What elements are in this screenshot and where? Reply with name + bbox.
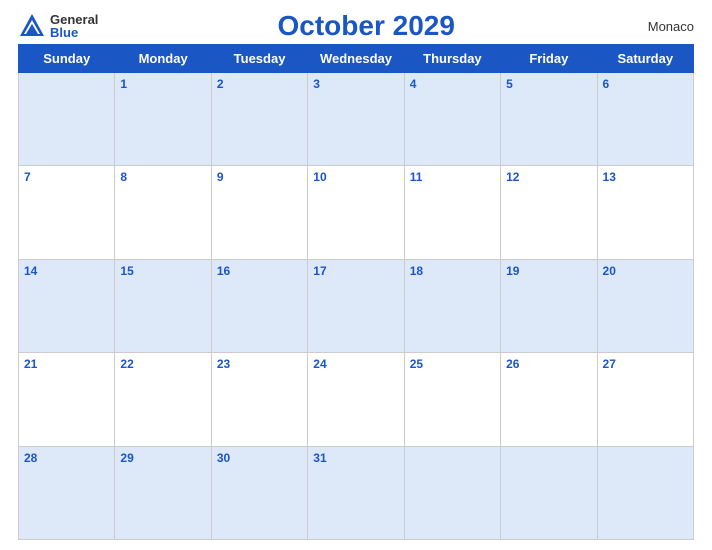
day-number: 12 — [506, 170, 519, 184]
logo-area: General Blue — [18, 12, 98, 40]
calendar-cell: 25 — [404, 353, 500, 446]
calendar-cell — [501, 446, 597, 539]
calendar-cell: 1 — [115, 73, 211, 166]
day-number: 28 — [24, 451, 37, 465]
calendar-cell: 4 — [404, 73, 500, 166]
week-row-4: 21 22 23 24 25 26 27 — [19, 353, 694, 446]
calendar-cell: 26 — [501, 353, 597, 446]
day-header-wednesday: Wednesday — [308, 45, 404, 73]
calendar-cell — [597, 446, 693, 539]
day-number: 5 — [506, 77, 513, 91]
day-number: 26 — [506, 357, 519, 371]
day-number: 24 — [313, 357, 326, 371]
day-number: 21 — [24, 357, 37, 371]
day-header-sunday: Sunday — [19, 45, 115, 73]
calendar-cell: 15 — [115, 259, 211, 352]
day-number: 20 — [603, 264, 616, 278]
day-number: 17 — [313, 264, 326, 278]
calendar-cell: 22 — [115, 353, 211, 446]
day-number: 11 — [410, 170, 423, 184]
week-row-5: 28 29 30 31 — [19, 446, 694, 539]
calendar-cell: 24 — [308, 353, 404, 446]
calendar-cell: 13 — [597, 166, 693, 259]
calendar-cell: 6 — [597, 73, 693, 166]
calendar-cell — [19, 73, 115, 166]
top-bar: General Blue October 2029 Monaco — [18, 10, 694, 42]
calendar-cell: 14 — [19, 259, 115, 352]
day-number: 10 — [313, 170, 326, 184]
calendar-cell: 12 — [501, 166, 597, 259]
day-number: 22 — [120, 357, 133, 371]
calendar-cell: 3 — [308, 73, 404, 166]
calendar-cell: 10 — [308, 166, 404, 259]
calendar-cell: 30 — [211, 446, 307, 539]
calendar-cell: 28 — [19, 446, 115, 539]
calendar-cell: 8 — [115, 166, 211, 259]
day-header-saturday: Saturday — [597, 45, 693, 73]
calendar-cell: 2 — [211, 73, 307, 166]
calendar-cell: 29 — [115, 446, 211, 539]
day-number: 7 — [24, 170, 31, 184]
calendar-cell: 9 — [211, 166, 307, 259]
day-number: 16 — [217, 264, 230, 278]
day-header-friday: Friday — [501, 45, 597, 73]
calendar-cell: 5 — [501, 73, 597, 166]
calendar-cell: 17 — [308, 259, 404, 352]
day-header-tuesday: Tuesday — [211, 45, 307, 73]
calendar-title: October 2029 — [98, 10, 634, 42]
day-number: 15 — [120, 264, 133, 278]
day-number: 13 — [603, 170, 616, 184]
logo-blue-text: Blue — [50, 26, 98, 39]
day-number: 27 — [603, 357, 616, 371]
calendar-cell: 23 — [211, 353, 307, 446]
calendar-cell: 7 — [19, 166, 115, 259]
calendar-cell: 31 — [308, 446, 404, 539]
day-number: 31 — [313, 451, 326, 465]
header-row: SundayMondayTuesdayWednesdayThursdayFrid… — [19, 45, 694, 73]
day-number: 25 — [410, 357, 423, 371]
calendar-cell: 11 — [404, 166, 500, 259]
day-number: 19 — [506, 264, 519, 278]
week-row-2: 7 8 9 10 11 12 13 — [19, 166, 694, 259]
day-number: 29 — [120, 451, 133, 465]
day-number: 2 — [217, 77, 224, 91]
day-number: 8 — [120, 170, 127, 184]
logo-icon — [18, 12, 46, 40]
calendar-cell: 21 — [19, 353, 115, 446]
country-label: Monaco — [634, 19, 694, 34]
day-number: 6 — [603, 77, 610, 91]
calendar-cell: 16 — [211, 259, 307, 352]
calendar-table: SundayMondayTuesdayWednesdayThursdayFrid… — [18, 44, 694, 540]
week-row-3: 14 15 16 17 18 19 20 — [19, 259, 694, 352]
day-header-thursday: Thursday — [404, 45, 500, 73]
day-number: 4 — [410, 77, 417, 91]
day-number: 23 — [217, 357, 230, 371]
calendar-cell: 20 — [597, 259, 693, 352]
day-number: 18 — [410, 264, 423, 278]
day-number: 3 — [313, 77, 320, 91]
calendar-cell — [404, 446, 500, 539]
day-number: 1 — [120, 77, 127, 91]
day-number: 9 — [217, 170, 224, 184]
calendar-cell: 27 — [597, 353, 693, 446]
day-header-monday: Monday — [115, 45, 211, 73]
day-number: 30 — [217, 451, 230, 465]
logo-text: General Blue — [50, 13, 98, 39]
calendar-cell: 19 — [501, 259, 597, 352]
day-number: 14 — [24, 264, 37, 278]
week-row-1: 1 2 3 4 5 6 — [19, 73, 694, 166]
calendar-cell: 18 — [404, 259, 500, 352]
